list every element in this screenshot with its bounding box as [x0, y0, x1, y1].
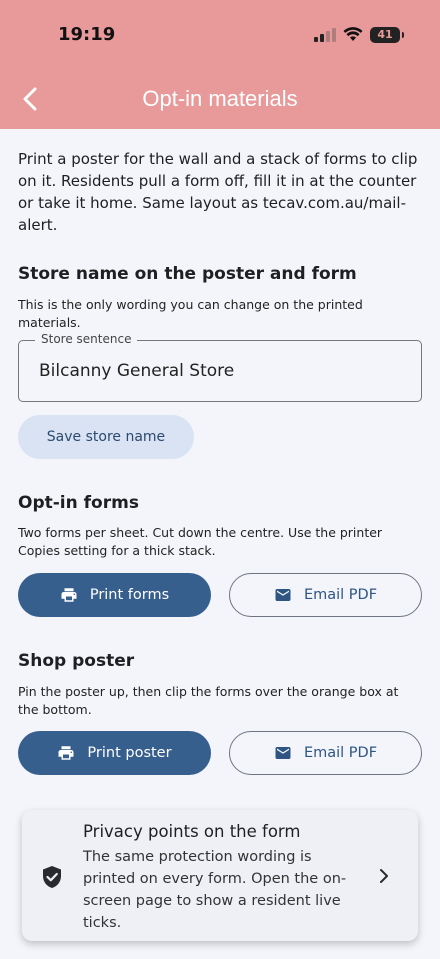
opt-in-forms-heading: Opt-in forms — [18, 493, 139, 513]
cellular-signal-icon — [314, 28, 336, 42]
printer-icon — [61, 588, 77, 602]
battery-icon: 41 — [370, 27, 404, 43]
intro-text: Print a poster for the wall and a stack … — [18, 150, 418, 234]
shield-check-icon — [43, 866, 61, 888]
store-name-description: This is the only wording you can change … — [18, 297, 363, 330]
mail-icon — [275, 589, 291, 601]
email-forms-pdf-label: Email PDF — [303, 587, 378, 603]
privacy-card-title: Privacy points on the form — [83, 822, 301, 841]
wifi-icon — [343, 27, 363, 41]
print-forms-button[interactable]: Print forms — [18, 573, 211, 617]
chevron-right-icon — [380, 869, 388, 883]
print-forms-label: Print forms — [89, 587, 170, 603]
shop-poster-heading: Shop poster — [18, 651, 135, 671]
email-poster-pdf-label: Email PDF — [303, 745, 378, 761]
save-store-name-button[interactable]: Save store name — [18, 415, 194, 459]
printer-icon — [58, 746, 74, 760]
app-header: 19:19 41 Opt-in materials — [0, 0, 440, 129]
page-title: Opt-in materials — [142, 86, 298, 111]
privacy-points-card[interactable]: Privacy points on the form The same prot… — [22, 810, 418, 941]
status-time: 19:19 — [58, 24, 116, 45]
print-poster-label: Print poster — [87, 745, 172, 761]
email-poster-pdf-button[interactable]: Email PDF — [229, 731, 422, 775]
privacy-card-body: The same protection wording is printed o… — [83, 849, 347, 931]
shop-poster-description: Pin the poster up, then clip the forms o… — [18, 684, 399, 717]
print-poster-button[interactable]: Print poster — [18, 731, 211, 775]
mail-icon — [275, 747, 291, 759]
store-sentence-field[interactable]: Store sentence — [18, 332, 422, 402]
opt-in-forms-description: Two forms per sheet. Cut down the centre… — [18, 525, 383, 558]
store-sentence-label: Store sentence — [35, 332, 138, 346]
email-forms-pdf-button[interactable]: Email PDF — [229, 573, 422, 617]
store-name-heading: Store name on the poster and form — [18, 264, 357, 284]
store-sentence-input[interactable] — [39, 361, 399, 381]
